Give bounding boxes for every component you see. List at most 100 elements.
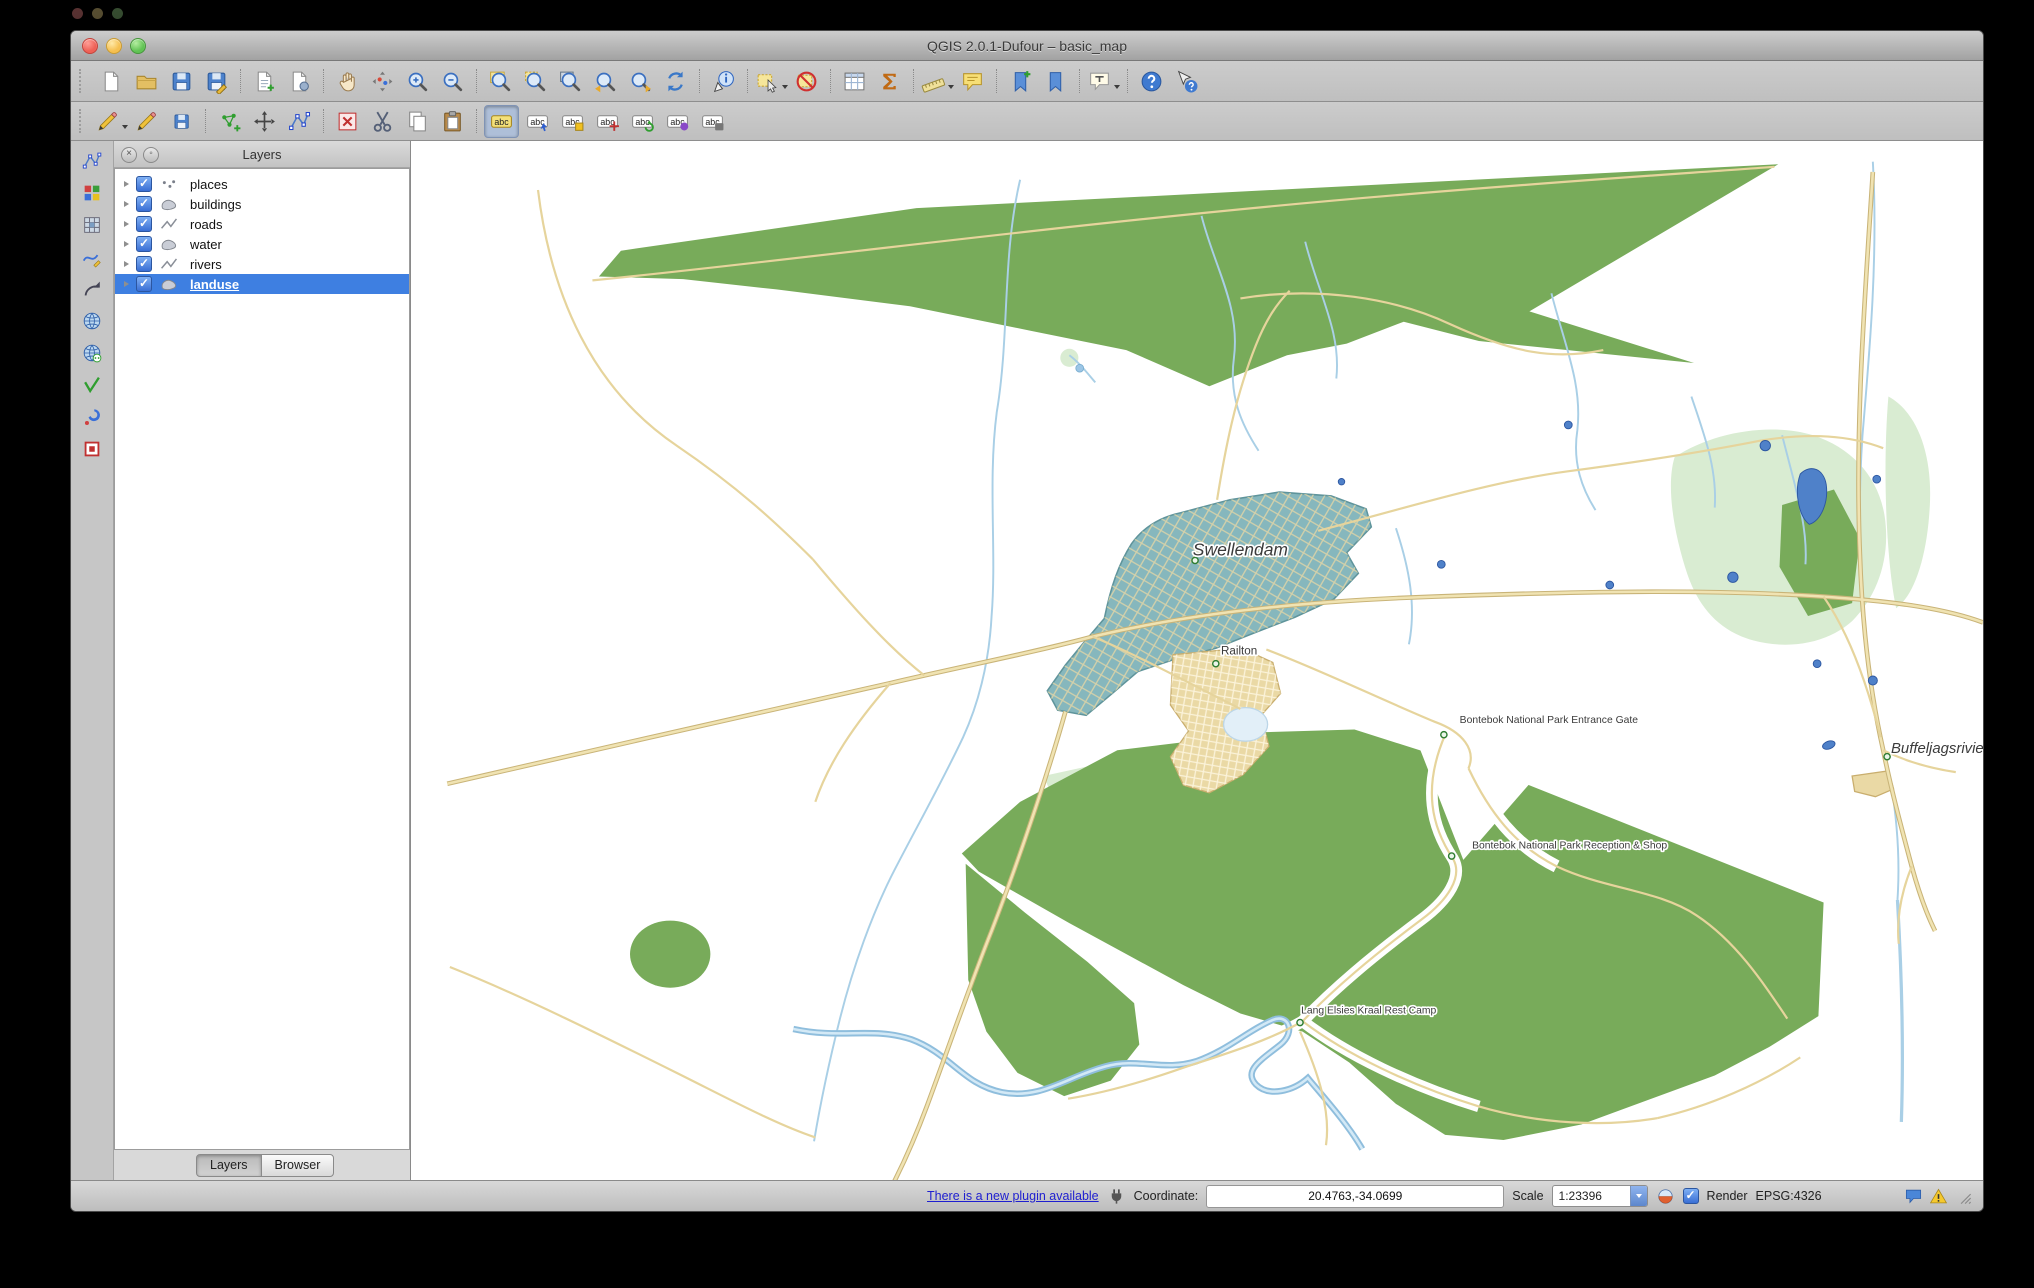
combobox-arrow-icon[interactable] (1630, 1186, 1647, 1206)
raster-grid-tool-button[interactable] (77, 211, 107, 239)
expand-arrow-icon[interactable] (124, 281, 129, 287)
minimize-window-icon[interactable] (106, 38, 122, 54)
change-label-properties-button[interactable] (661, 106, 694, 137)
digitize-polyline-button[interactable] (77, 147, 107, 175)
coordinate-input[interactable] (1206, 1185, 1504, 1208)
layer-row-water[interactable]: water (115, 234, 409, 254)
zoom-full-extent-button[interactable] (484, 66, 517, 97)
text-annotation-button[interactable] (1087, 66, 1120, 97)
layer-visibility-checkbox[interactable] (136, 216, 152, 232)
line-layer-icon (159, 218, 181, 231)
dropdown-arrow-icon[interactable] (782, 85, 788, 89)
layer-visibility-checkbox[interactable] (136, 196, 152, 212)
new-bookmark-button[interactable] (1004, 66, 1037, 97)
delete-selected-button[interactable] (331, 106, 364, 137)
dropdown-arrow-icon[interactable] (1114, 85, 1120, 89)
whats-this-button[interactable] (1170, 66, 1203, 97)
layer-visibility-checkbox[interactable] (136, 236, 152, 252)
deselect-features-button[interactable] (790, 66, 823, 97)
red-square-tool-button[interactable] (77, 435, 107, 463)
open-attribute-table-button[interactable] (838, 66, 871, 97)
zoom-next-button[interactable] (624, 66, 657, 97)
new-print-composer-button[interactable] (248, 66, 281, 97)
expand-arrow-icon[interactable] (124, 221, 129, 227)
globe-tool-button[interactable] (77, 307, 107, 335)
pin-unpin-labels-button[interactable] (521, 106, 554, 137)
labeling-options-button[interactable] (484, 105, 519, 138)
add-feature-button[interactable] (213, 106, 246, 137)
zoom-last-button[interactable] (589, 66, 622, 97)
resize-grip-icon[interactable] (1954, 1187, 1973, 1206)
select-features-button[interactable] (755, 66, 788, 97)
zoom-in-button[interactable] (401, 66, 434, 97)
plugin-icon[interactable] (1107, 1187, 1126, 1206)
close-window-icon[interactable] (82, 38, 98, 54)
toolbar-drag-handle[interactable] (79, 109, 87, 133)
zoom-out-button[interactable] (436, 66, 469, 97)
save-project-button[interactable] (165, 66, 198, 97)
label-settings-button[interactable] (696, 106, 729, 137)
field-calculator-button[interactable] (873, 66, 906, 97)
layer-visibility-checkbox[interactable] (136, 256, 152, 272)
layer-row-rivers[interactable]: rivers (115, 254, 409, 274)
new-project-button[interactable] (95, 66, 128, 97)
layer-row-buildings[interactable]: buildings (115, 194, 409, 214)
help-contents-button[interactable] (1135, 66, 1168, 97)
expand-arrow-icon[interactable] (124, 201, 129, 207)
move-label-button[interactable] (591, 106, 624, 137)
node-tool-button[interactable] (283, 106, 316, 137)
layer-row-landuse[interactable]: landuse (115, 274, 409, 294)
move-feature-button[interactable] (248, 106, 281, 137)
current-edits-button[interactable] (95, 106, 128, 137)
touch-zoom-pan-button[interactable] (366, 66, 399, 97)
new-print-composer-icon (252, 69, 277, 94)
panel-close-button[interactable]: × (121, 147, 137, 163)
expand-arrow-icon[interactable] (124, 241, 129, 247)
measure-line-button[interactable] (921, 66, 954, 97)
warning-icon[interactable] (1929, 1187, 1948, 1206)
layer-visibility-checkbox[interactable] (136, 276, 152, 292)
highlight-pinned-labels-button[interactable] (556, 106, 589, 137)
plugin-update-link[interactable]: There is a new plugin available (927, 1189, 1099, 1203)
georeferencer-tool-button[interactable] (77, 403, 107, 431)
render-checkbox[interactable] (1683, 1188, 1699, 1204)
tab-layers[interactable]: Layers (196, 1154, 262, 1177)
expand-arrow-icon[interactable] (124, 261, 129, 267)
curve-pencil-tool-button[interactable] (77, 243, 107, 271)
web-globe-tool-button[interactable] (77, 339, 107, 367)
composer-manager-button[interactable] (283, 66, 316, 97)
zoom-to-selection-button[interactable] (519, 66, 552, 97)
dropdown-arrow-icon[interactable] (948, 85, 954, 89)
title-bar[interactable]: QGIS 2.0.1-Dufour – basic_map (71, 31, 1983, 61)
messages-icon[interactable] (1904, 1187, 1923, 1206)
copy-features-button[interactable] (401, 106, 434, 137)
layer-visibility-checkbox[interactable] (136, 176, 152, 192)
open-project-button[interactable] (130, 66, 163, 97)
expand-arrow-icon[interactable] (124, 181, 129, 187)
paste-features-button[interactable] (436, 106, 469, 137)
vector-check-tool-button[interactable] (77, 371, 107, 399)
toolbar-drag-handle[interactable] (79, 69, 87, 93)
identify-features-button[interactable] (707, 66, 740, 97)
tab-browser[interactable]: Browser (261, 1154, 335, 1177)
save-project-as-button[interactable] (200, 66, 233, 97)
layer-row-places[interactable]: places (115, 174, 409, 194)
rotate-label-button[interactable] (626, 106, 659, 137)
zoom-to-layer-button[interactable] (554, 66, 587, 97)
zoom-window-icon[interactable] (130, 38, 146, 54)
toggle-editing-button[interactable] (130, 106, 163, 137)
show-bookmarks-button[interactable] (1039, 66, 1072, 97)
panel-detach-button[interactable]: ◦ (143, 147, 159, 163)
map-canvas[interactable]: Swellendam Railton Bontebok National Par… (411, 141, 1983, 1180)
cut-features-button[interactable] (366, 106, 399, 137)
scale-combobox[interactable]: 1:23396 (1552, 1185, 1648, 1207)
arc-arrow-tool-button[interactable] (77, 275, 107, 303)
crs-transform-icon[interactable] (1656, 1187, 1675, 1206)
colored-grid-tool-button[interactable] (77, 179, 107, 207)
save-layer-edits-button[interactable] (165, 106, 198, 137)
pan-map-button[interactable] (331, 66, 364, 97)
dropdown-arrow-icon[interactable] (122, 125, 128, 129)
layer-row-roads[interactable]: roads (115, 214, 409, 234)
map-tips-button[interactable] (956, 66, 989, 97)
refresh-map-button[interactable] (659, 66, 692, 97)
